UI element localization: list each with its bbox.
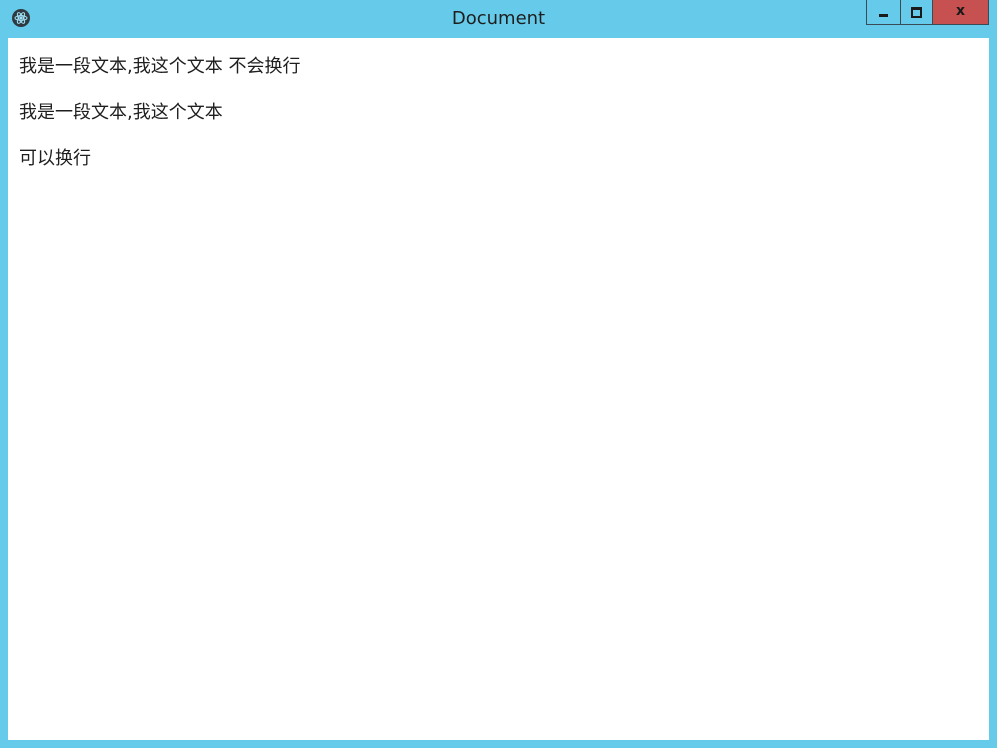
window-title: Document bbox=[451, 8, 546, 29]
window-controls: x bbox=[866, 0, 990, 26]
close-button[interactable]: x bbox=[933, 0, 989, 25]
minimize-icon bbox=[879, 14, 888, 17]
app-window: Document x 我是一段文本,我这个文本 不会换行 我是一段文本,我这个文… bbox=[0, 0, 997, 748]
minimize-button[interactable] bbox=[866, 0, 900, 25]
maximize-button[interactable] bbox=[900, 0, 933, 25]
paragraph-no-wrap: 我是一段文本,我这个文本 不会换行 bbox=[19, 56, 301, 77]
paragraph-wrap-line-2: 可以换行 bbox=[19, 148, 91, 169]
paragraph-wrap-line-1: 我是一段文本,我这个文本 bbox=[19, 102, 223, 123]
title-bar[interactable]: Document x bbox=[0, 0, 997, 38]
close-icon: x bbox=[955, 2, 966, 19]
maximize-icon bbox=[911, 6, 922, 18]
document-body: 我是一段文本,我这个文本 不会换行 我是一段文本,我这个文本 可以换行 bbox=[8, 38, 989, 740]
